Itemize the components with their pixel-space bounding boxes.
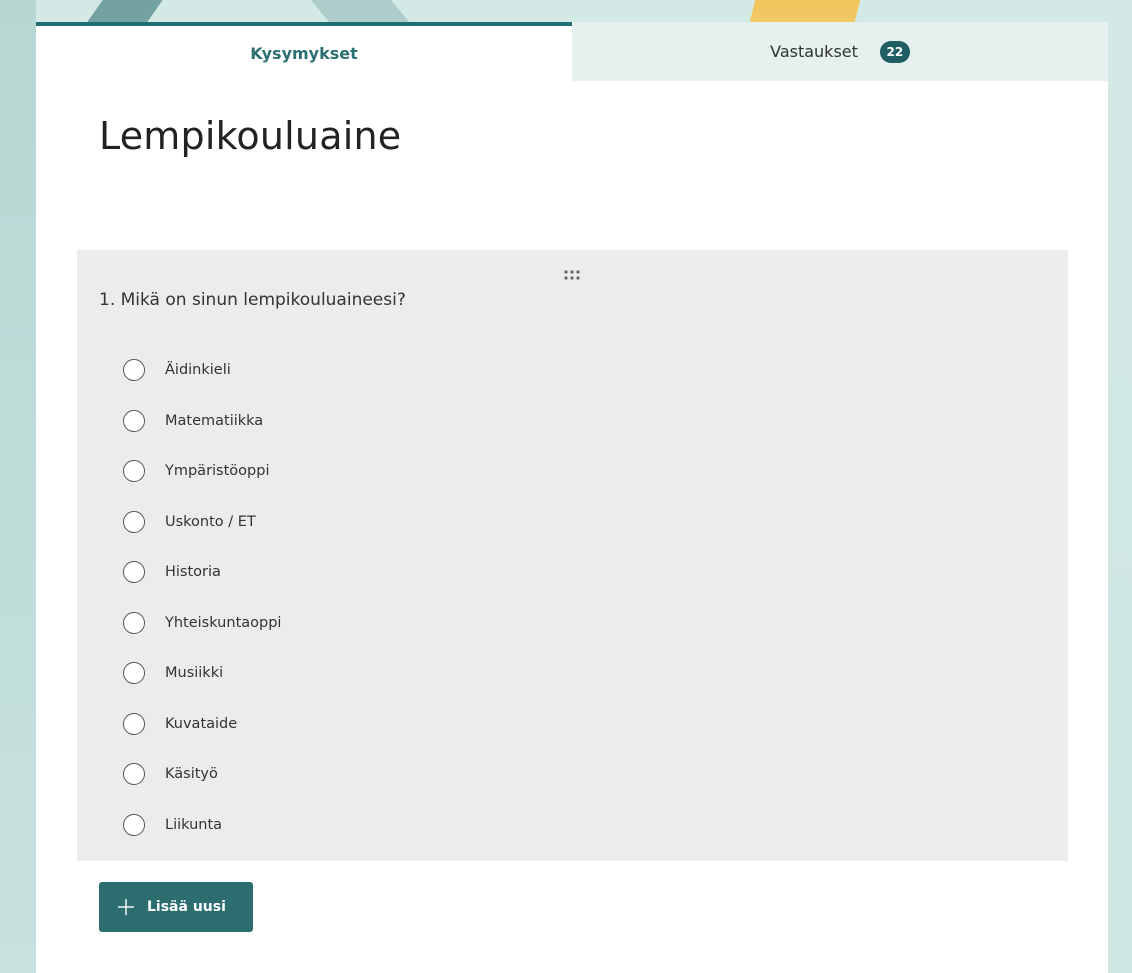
question-title: 1. Mikä on sinun lempikouluaineesi?: [99, 290, 406, 310]
option-label: Yhteiskuntaoppi: [165, 614, 282, 631]
option-item[interactable]: Ympäristöoppi: [123, 446, 281, 497]
radio-button[interactable]: [123, 712, 145, 735]
option-item[interactable]: Liikunta: [123, 800, 281, 851]
option-item[interactable]: Käsityö: [123, 749, 281, 800]
option-label: Uskonto / ET: [165, 513, 256, 530]
option-label: Käsityö: [165, 766, 218, 783]
radio-button[interactable]: [123, 409, 145, 432]
radio-button[interactable]: [123, 611, 145, 634]
option-item[interactable]: Äidinkieli: [123, 345, 281, 396]
tab-responses[interactable]: Vastaukset 22: [572, 22, 1108, 81]
option-item[interactable]: Uskonto / ET: [123, 497, 281, 548]
option-label: Musiikki: [165, 665, 224, 682]
plus-icon: [117, 898, 135, 916]
radio-button[interactable]: [123, 460, 145, 483]
form-card: Kysymykset Vastaukset 22 Lempikouluaine …: [36, 22, 1108, 973]
option-label: Ympäristöoppi: [165, 463, 270, 480]
option-label: Matematiikka: [165, 412, 264, 429]
tab-questions-label: Kysymykset: [250, 44, 358, 63]
option-item[interactable]: Matematiikka: [123, 396, 281, 447]
tab-responses-label: Vastaukset: [770, 42, 858, 61]
question-card[interactable]: 1. Mikä on sinun lempikouluaineesi? Äidi…: [77, 250, 1068, 861]
option-item[interactable]: Historia: [123, 547, 281, 598]
tab-questions[interactable]: Kysymykset: [36, 22, 572, 81]
option-label: Äidinkieli: [165, 362, 231, 379]
option-label: Kuvataide: [165, 715, 238, 732]
options-list: Äidinkieli Matematiikka Ympäristöoppi Us…: [123, 345, 281, 850]
option-label: Liikunta: [165, 816, 223, 833]
radio-button[interactable]: [123, 662, 145, 685]
form-title[interactable]: Lempikouluaine: [99, 114, 401, 158]
radio-button[interactable]: [123, 813, 145, 836]
responses-count-badge: 22: [879, 40, 910, 63]
option-item[interactable]: Yhteiskuntaoppi: [123, 598, 281, 649]
tab-bar: Kysymykset Vastaukset 22: [36, 22, 1108, 81]
background-stripe: [0, 0, 36, 973]
radio-button[interactable]: [123, 510, 145, 533]
radio-button[interactable]: [123, 359, 145, 382]
option-item[interactable]: Kuvataide: [123, 699, 281, 750]
drag-handle-icon[interactable]: [561, 267, 583, 281]
add-new-button[interactable]: Lisää uusi: [99, 882, 253, 932]
option-item[interactable]: Musiikki: [123, 648, 281, 699]
radio-button[interactable]: [123, 561, 145, 584]
option-label: Historia: [165, 564, 221, 581]
add-new-label: Lisää uusi: [147, 899, 226, 915]
radio-button[interactable]: [123, 763, 145, 786]
